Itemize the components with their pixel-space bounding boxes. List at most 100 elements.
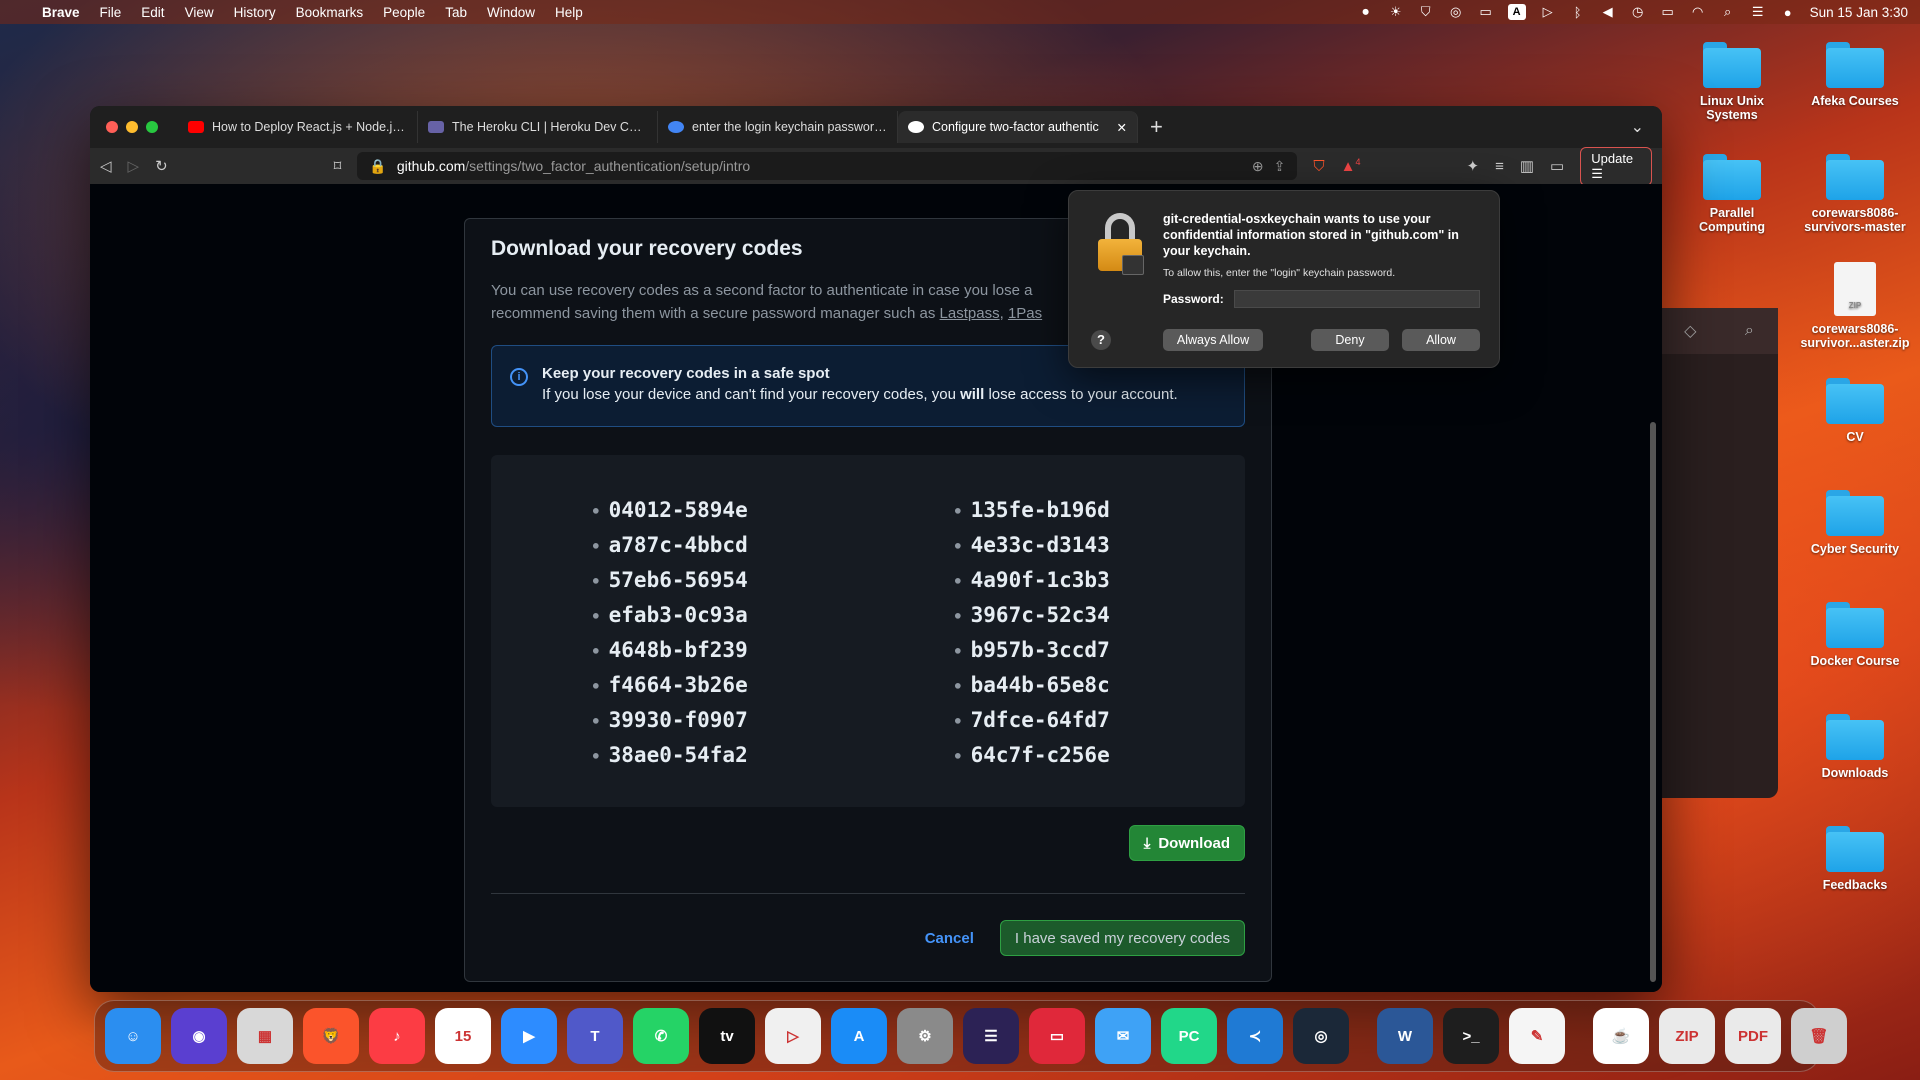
zoom-icon[interactable]: ▶ — [501, 1008, 557, 1064]
minimize-window-button[interactable] — [126, 121, 138, 133]
desktop-folder-parallel-computing[interactable]: Parallel Computing — [1677, 154, 1787, 234]
terminal-icon[interactable]: >_ — [1443, 1008, 1499, 1064]
display-icon[interactable]: ▭ — [1478, 4, 1494, 19]
siri-icon[interactable]: ◉ — [171, 1008, 227, 1064]
coffee-icon[interactable]: ☕ — [1593, 1008, 1649, 1064]
siri-icon[interactable]: ● — [1780, 5, 1796, 20]
reading-list-icon[interactable]: ≡ — [1495, 158, 1504, 175]
app-store-icon[interactable]: A — [831, 1008, 887, 1064]
share-icon[interactable]: ⇪ — [1274, 158, 1286, 175]
menu-tab[interactable]: Tab — [445, 5, 467, 20]
desktop-folder-docker-course[interactable]: Docker Course — [1800, 602, 1910, 668]
forward-icon[interactable]: ▷ — [128, 157, 140, 175]
pycharm-icon[interactable]: PC — [1161, 1008, 1217, 1064]
music-icon[interactable]: ♪ — [369, 1008, 425, 1064]
desktop-folder-cv[interactable]: CV — [1800, 378, 1910, 444]
sidebar-icon[interactable]: ▥ — [1520, 157, 1534, 175]
eclipse-icon[interactable]: ☰ — [963, 1008, 1019, 1064]
brave-shields-icon[interactable]: ⛉ — [1313, 158, 1324, 175]
wifi-icon[interactable]: ◠ — [1690, 4, 1706, 19]
bluetooth-icon[interactable]: ᛒ — [1570, 5, 1586, 20]
allow-button[interactable]: Allow — [1402, 329, 1480, 351]
time-machine-icon[interactable]: ◷ — [1630, 4, 1646, 19]
tab-deploy-react[interactable]: How to Deploy React.js + Node.js E — [178, 111, 418, 143]
pdf-file-icon[interactable]: PDF — [1725, 1008, 1781, 1064]
parallels-icon[interactable]: ▭ — [1029, 1008, 1085, 1064]
steam-icon[interactable]: ◎ — [1293, 1008, 1349, 1064]
calendar-icon[interactable]: 15 — [435, 1008, 491, 1064]
menu-bookmarks[interactable]: Bookmarks — [296, 5, 364, 20]
teams-icon[interactable]: T — [567, 1008, 623, 1064]
saved-codes-button[interactable]: I have saved my recovery codes — [999, 920, 1245, 956]
vscode-icon[interactable]: ≺ — [1227, 1008, 1283, 1064]
tab-configure-2fa[interactable]: Configure two-factor authentic ✕ — [898, 111, 1138, 143]
brave-icon[interactable]: 🦁 — [303, 1008, 359, 1064]
launchpad-icon[interactable]: ▦ — [237, 1008, 293, 1064]
password-field[interactable] — [1234, 290, 1480, 308]
menu-help[interactable]: Help — [555, 5, 583, 20]
desktop-folder-downloads[interactable]: Downloads — [1800, 714, 1910, 780]
desktop-folder-linux-unix[interactable]: Linux Unix Systems — [1677, 42, 1787, 122]
spotlight-icon[interactable]: ⌕ — [1720, 4, 1736, 19]
brightness-icon[interactable]: ☀ — [1388, 4, 1404, 19]
word-icon[interactable]: W — [1377, 1008, 1433, 1064]
settings-icon[interactable]: ⚙ — [897, 1008, 953, 1064]
close-window-button[interactable] — [106, 121, 118, 133]
tab-keychain-search[interactable]: enter the login keychain password g — [658, 111, 898, 143]
finder-icon[interactable]: ☺ — [105, 1008, 161, 1064]
1password-link[interactable]: 1Pas — [1008, 305, 1042, 322]
lastpass-link[interactable]: Lastpass — [940, 305, 1000, 322]
play-icon[interactable]: ▷ — [765, 1008, 821, 1064]
control-center-icon[interactable]: ☰ — [1750, 4, 1766, 19]
close-tab-icon[interactable]: ✕ — [1117, 120, 1127, 135]
page-scrollbar[interactable] — [1650, 422, 1656, 982]
zoom-icon[interactable]: ⊕ — [1252, 158, 1264, 175]
battery-icon[interactable]: ▭ — [1660, 4, 1676, 19]
desktop-folder-cyber-security[interactable]: Cyber Security — [1800, 490, 1910, 556]
screen-record-icon[interactable]: ⏺ — [1358, 4, 1374, 19]
bookmark-icon[interactable]: ⌑ — [334, 157, 342, 175]
desktop-folder-feedbacks[interactable]: Feedbacks — [1800, 826, 1910, 892]
tag-icon[interactable]: ◇ — [1684, 321, 1696, 341]
wallet-icon[interactable]: ▭ — [1550, 157, 1564, 175]
extensions-icon[interactable]: ✦ — [1467, 157, 1480, 175]
menubar-clock[interactable]: Sun 15 Jan 3:30 — [1810, 5, 1908, 20]
play-icon[interactable]: ▷ — [1540, 4, 1556, 19]
textedit-icon[interactable]: ✎ — [1509, 1008, 1565, 1064]
desktop-folder-afeka-courses[interactable]: Afeka Courses — [1800, 42, 1910, 108]
menu-history[interactable]: History — [234, 5, 276, 20]
mail-icon[interactable]: ✉ — [1095, 1008, 1151, 1064]
help-button[interactable]: ? — [1091, 330, 1111, 350]
menu-window[interactable]: Window — [487, 5, 535, 20]
zoom-window-button[interactable] — [146, 121, 158, 133]
download-button[interactable]: ⤓ Download — [1128, 825, 1245, 861]
desktop-file-corewars-zip[interactable]: corewars8086-survivor...aster.zip — [1800, 262, 1910, 350]
new-tab-button[interactable]: + — [1150, 114, 1163, 140]
search-icon[interactable]: ⌕ — [1745, 322, 1754, 340]
brave-rewards-icon[interactable]: ▲4 — [1341, 157, 1361, 175]
menu-edit[interactable]: Edit — [141, 5, 164, 20]
update-button[interactable]: Update ☰ — [1580, 146, 1652, 186]
vpn-icon[interactable]: ⛉ — [1418, 4, 1434, 19]
menu-view[interactable]: View — [185, 5, 214, 20]
whatsapp-icon[interactable]: ✆ — [633, 1008, 689, 1064]
desktop-folder-corewars[interactable]: corewars8086-survivors-master — [1800, 154, 1910, 234]
airdrop-icon[interactable]: ◎ — [1448, 4, 1464, 19]
always-allow-button[interactable]: Always Allow — [1163, 329, 1263, 351]
menu-file[interactable]: File — [100, 5, 122, 20]
volume-icon[interactable]: ◀ — [1600, 4, 1616, 19]
back-icon[interactable]: ◁ — [100, 157, 112, 175]
menu-people[interactable]: People — [383, 5, 425, 20]
deny-button[interactable]: Deny — [1311, 329, 1389, 351]
trash-icon[interactable]: 🗑 — [1791, 1008, 1847, 1064]
cancel-button[interactable]: Cancel — [925, 930, 974, 947]
zip-file-icon[interactable]: ZIP — [1659, 1008, 1715, 1064]
menu-app-name[interactable]: Brave — [42, 5, 80, 20]
address-bar[interactable]: 🔒 github.com/settings/two_factor_authent… — [357, 152, 1298, 180]
input-source-icon[interactable]: A — [1507, 4, 1526, 20]
desktop-icon-label: Downloads — [1821, 766, 1889, 780]
reload-icon[interactable]: ↻ — [155, 157, 168, 175]
chevron-down-icon[interactable]: ⌄ — [1631, 117, 1644, 137]
tv-icon[interactable]: tv — [699, 1008, 755, 1064]
tab-heroku-cli[interactable]: The Heroku CLI | Heroku Dev Cente — [418, 111, 658, 143]
